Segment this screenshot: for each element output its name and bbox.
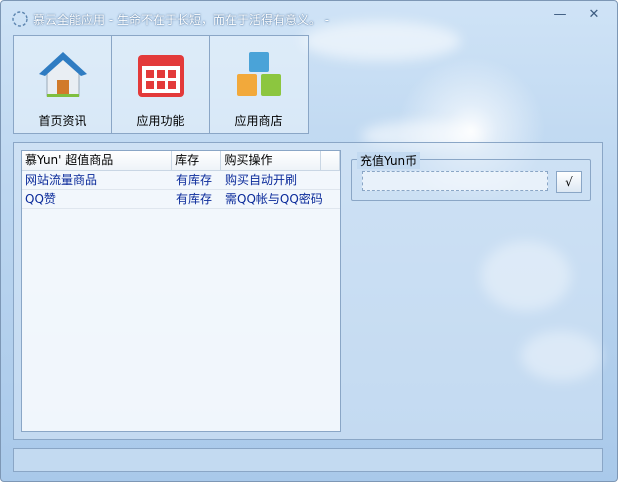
app-window: 慕云全能应用 - 生命不在于长短，而在于活得有意义。 - — ✕ 首页资讯 应用… xyxy=(0,0,618,482)
product-stock: 有库存 xyxy=(176,192,213,206)
minimize-button[interactable]: — xyxy=(549,7,571,25)
main-toolbar: 首页资讯 应用功能 应用商店 xyxy=(13,35,309,134)
blocks-icon xyxy=(237,52,281,96)
product-list[interactable]: 慕Yun' 超值商品 库存 购买操作 网站流量商品 有库存 购买自动开刷 QQ赞… xyxy=(21,150,341,432)
toolbar-store-button[interactable]: 应用商店 xyxy=(210,36,307,133)
title-bar[interactable]: 慕云全能应用 - 生命不在于长短，而在于活得有意义。 - — ✕ xyxy=(1,1,617,33)
close-button[interactable]: ✕ xyxy=(583,7,605,25)
column-header-extra[interactable] xyxy=(321,151,340,170)
list-item[interactable]: QQ赞 有库存 需QQ帐与QQ密码 xyxy=(22,190,340,209)
product-list-header: 慕Yun' 超值商品 库存 购买操作 xyxy=(22,151,340,171)
product-stock: 有库存 xyxy=(176,173,213,187)
recharge-group-title: 充值Yun币 xyxy=(357,152,421,169)
column-header-product[interactable]: 慕Yun' 超值商品 xyxy=(22,151,173,170)
recharge-confirm-button[interactable]: √ xyxy=(556,171,582,193)
home-icon xyxy=(39,52,87,97)
column-header-stock[interactable]: 库存 xyxy=(172,151,222,170)
product-name: 网站流量商品 xyxy=(25,173,98,187)
product-action: 需QQ帐与QQ密码 xyxy=(225,192,322,206)
list-item[interactable]: 网站流量商品 有库存 购买自动开刷 xyxy=(22,171,340,190)
app-logo-icon xyxy=(12,11,28,27)
toolbar-apps-label: 应用功能 xyxy=(136,114,185,128)
window-title: 慕云全能应用 - 生命不在于长短，而在于活得有意义。 - xyxy=(33,13,330,27)
recharge-input[interactable] xyxy=(362,171,548,191)
toolbar-home-button[interactable]: 首页资讯 xyxy=(14,36,112,133)
column-header-action[interactable]: 购买操作 xyxy=(221,151,322,170)
toolbar-apps-button[interactable]: 应用功能 xyxy=(112,36,210,133)
product-action: 购买自动开刷 xyxy=(225,173,298,187)
toolbar-store-label: 应用商店 xyxy=(234,114,283,128)
product-name: QQ赞 xyxy=(25,192,56,206)
app-grid-icon xyxy=(138,55,184,97)
toolbar-home-label: 首页资讯 xyxy=(38,114,87,128)
status-bar xyxy=(13,448,603,472)
